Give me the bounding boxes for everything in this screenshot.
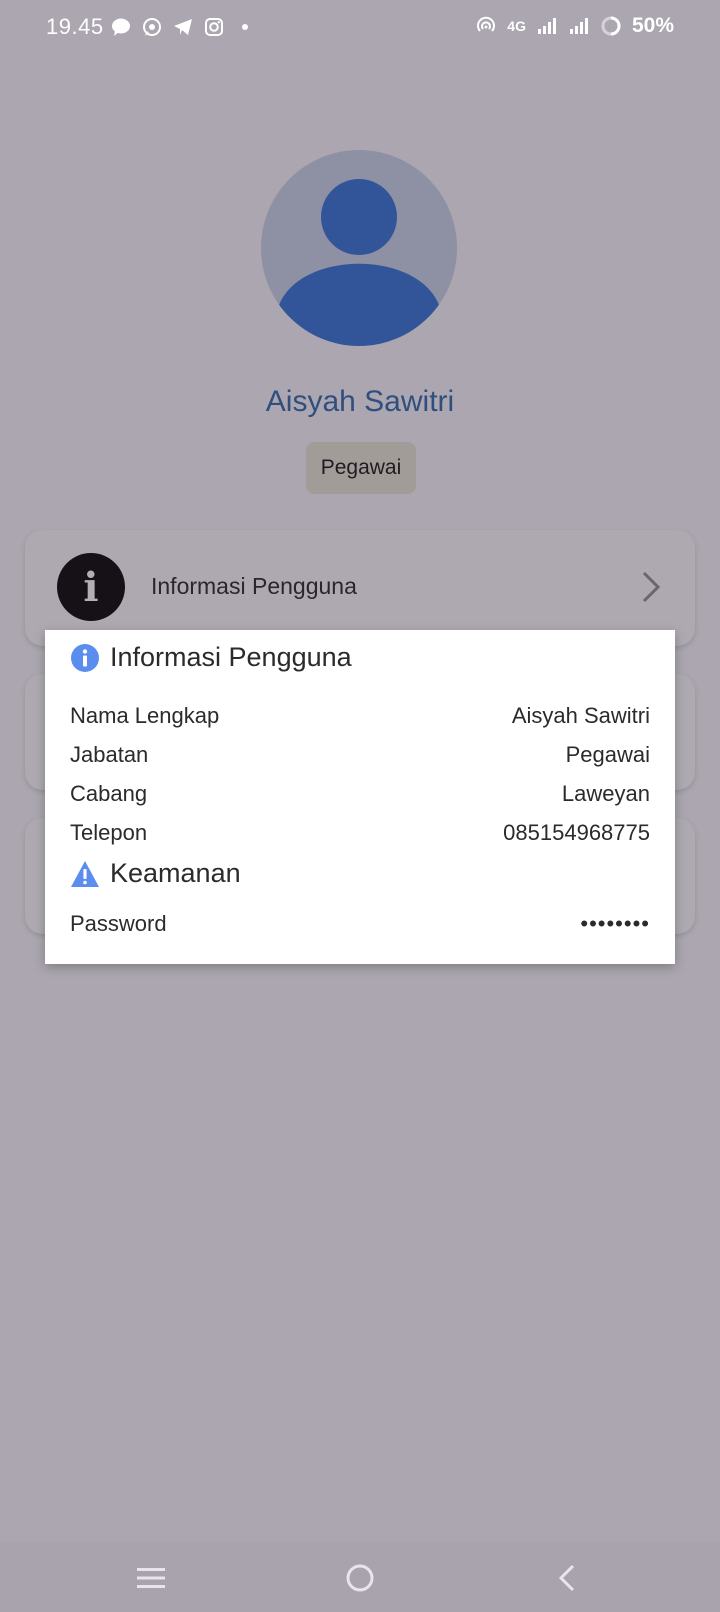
user-info-dialog: Informasi Pengguna Nama Lengkap Aisyah S… [45, 630, 675, 964]
info-value: 085154968775 [503, 820, 650, 845]
instagram-icon [203, 16, 225, 38]
info-row-phone: Telepon 085154968775 [70, 818, 650, 848]
signal-4g-icon [536, 15, 558, 37]
info-label: Telepon [70, 820, 148, 845]
info-label: Jabatan [70, 742, 149, 767]
hotspot-icon [475, 15, 497, 37]
battery-percent: 50% [631, 14, 674, 37]
info-value: Laweyan [561, 781, 650, 806]
home-nav-icon[interactable] [340, 1560, 380, 1596]
system-icons: 4G 50% [475, 14, 674, 38]
dot-icon [234, 16, 256, 38]
info-label: Cabang [70, 781, 148, 806]
security-section-title: Keamanan [110, 858, 241, 888]
info-label: Nama Lengkap [70, 703, 220, 728]
info-value: Pegawai [565, 742, 650, 767]
info-value: Aisyah Sawitri [511, 703, 650, 728]
message-icon [110, 16, 132, 38]
password-value: •••••••• [580, 911, 650, 936]
network-type: 4G [507, 18, 526, 34]
signal-icon [568, 15, 590, 37]
info-row-full-name: Nama Lengkap Aisyah Sawitri [70, 701, 650, 731]
info-row-branch: Cabang Laweyan [70, 779, 650, 809]
system-nav-bar [0, 1542, 720, 1612]
battery-icon [600, 15, 622, 37]
security-section-header: Keamanan [70, 858, 241, 889]
back-nav-icon[interactable] [547, 1560, 587, 1596]
menu-nav-icon[interactable] [131, 1560, 171, 1596]
info-row-password: Password •••••••• [70, 909, 650, 939]
password-label: Password [70, 911, 167, 936]
warning-icon [71, 860, 99, 887]
notification-icons [110, 16, 256, 38]
telegram-icon [172, 16, 194, 38]
info-row-position: Jabatan Pegawai [70, 740, 650, 770]
info-section-header: Informasi Pengguna [70, 642, 352, 673]
status-bar: 19.45 4G 50% [0, 0, 720, 56]
whatsapp-icon [141, 16, 163, 38]
status-time: 19.45 [46, 14, 104, 39]
info-section-title: Informasi Pengguna [110, 642, 352, 672]
info-circle-icon [71, 643, 99, 672]
